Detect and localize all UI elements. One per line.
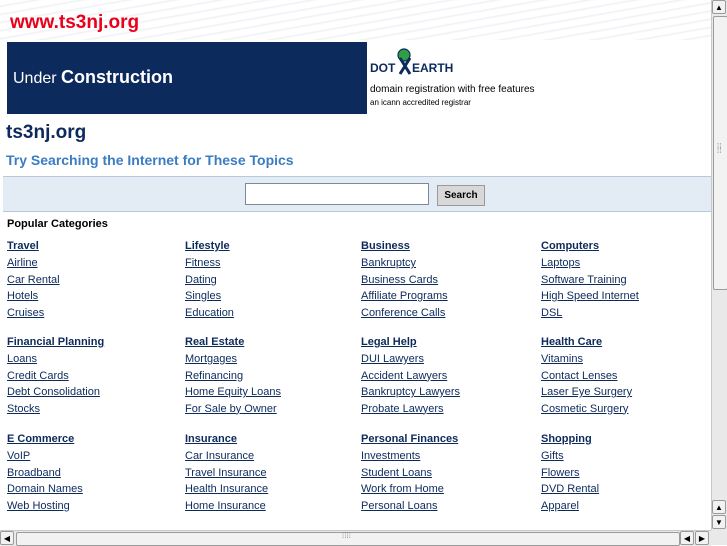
- category-link[interactable]: Dating: [185, 274, 217, 286]
- category-link[interactable]: Bankruptcy Lawyers: [361, 386, 460, 398]
- category-link[interactable]: Conference Calls: [361, 307, 445, 319]
- try-searching-heading: Try Searching the Internet for These Top…: [6, 152, 294, 168]
- category-link[interactable]: Cosmetic Surgery: [541, 403, 628, 415]
- grip-icon: ⁞⁞⁞⁞: [717, 142, 722, 155]
- category-link[interactable]: Accident Lawyers: [361, 370, 447, 382]
- under-construction-banner: Under Construction: [7, 42, 367, 114]
- category-link[interactable]: Singles: [185, 290, 221, 302]
- scrollbar-corner: [711, 530, 727, 545]
- domain-title-link[interactable]: www.ts3nj.org: [10, 12, 139, 34]
- scroll-up-arrow-icon[interactable]: ▲: [712, 0, 726, 14]
- category-link[interactable]: Car Insurance: [185, 450, 254, 462]
- category-link[interactable]: Education: [185, 307, 234, 319]
- logo-earth-text: EARTH: [412, 61, 453, 75]
- scroll-left-arrow-icon[interactable]: ◀: [680, 531, 694, 545]
- category-link[interactable]: Health Insurance: [185, 483, 268, 495]
- category-link[interactable]: Cruises: [7, 307, 44, 319]
- category-heading[interactable]: Legal Help: [361, 336, 417, 348]
- search-button[interactable]: Search: [437, 185, 485, 206]
- category-link[interactable]: Laptops: [541, 257, 580, 269]
- category-heading[interactable]: Insurance: [185, 433, 237, 445]
- category-heading[interactable]: Travel: [7, 240, 39, 252]
- category-link[interactable]: Vitamins: [541, 353, 583, 365]
- page: www.ts3nj.org Under Construction DOT EAR…: [0, 0, 711, 530]
- category-link[interactable]: Broadband: [7, 467, 61, 479]
- category-heading[interactable]: Computers: [541, 240, 599, 252]
- category-link[interactable]: High Speed Internet: [541, 290, 639, 302]
- category-heading[interactable]: Shopping: [541, 433, 592, 445]
- category-link[interactable]: Investments: [361, 450, 420, 462]
- category-heading[interactable]: Lifestyle: [185, 240, 230, 252]
- popular-categories-label: Popular Categories: [7, 218, 108, 230]
- scroll-left-arrow-icon[interactable]: ◀: [0, 531, 14, 545]
- category-link[interactable]: Domain Names: [7, 483, 83, 495]
- category-heading[interactable]: E Commerce: [7, 433, 74, 445]
- category-link[interactable]: Affiliate Programs: [361, 290, 448, 302]
- category-link[interactable]: Home Equity Loans: [185, 386, 281, 398]
- horizontal-scroll-thumb[interactable]: ⁞⁞⁞⁞: [16, 531, 680, 546]
- category-link[interactable]: Contact Lenses: [541, 370, 617, 382]
- category-link[interactable]: Credit Cards: [7, 370, 69, 382]
- category-link[interactable]: Hotels: [7, 290, 38, 302]
- category-link[interactable]: DUI Lawyers: [361, 353, 424, 365]
- dotearth-subline: an icann accredited registrar: [370, 98, 471, 107]
- category-link[interactable]: Stocks: [7, 403, 40, 415]
- logo-dot-text: DOT: [370, 61, 396, 75]
- dotearth-logo[interactable]: DOT EARTH: [370, 48, 480, 82]
- banner-bold: Construction: [61, 67, 174, 87]
- category-link[interactable]: Web Hosting: [7, 500, 70, 512]
- top-bar: www.ts3nj.org: [0, 0, 711, 40]
- scroll-up-arrow-icon[interactable]: ▲: [712, 500, 726, 514]
- vertical-scroll-thumb[interactable]: ⁞⁞ ⁞⁞: [713, 16, 727, 290]
- search-band: Search: [3, 176, 711, 212]
- category-link[interactable]: Student Loans: [361, 467, 432, 479]
- scroll-down-arrow-icon[interactable]: ▼: [712, 515, 726, 529]
- category-link[interactable]: Laser Eye Surgery: [541, 386, 632, 398]
- category-link[interactable]: Car Rental: [7, 274, 60, 286]
- category-link[interactable]: Refinancing: [185, 370, 243, 382]
- category-link[interactable]: VoIP: [7, 450, 30, 462]
- category-heading[interactable]: Health Care: [541, 336, 602, 348]
- scroll-right-arrow-icon[interactable]: ▶: [695, 531, 709, 545]
- category-link[interactable]: Probate Lawyers: [361, 403, 444, 415]
- category-link[interactable]: Apparel: [541, 500, 579, 512]
- grip-icon: ⁞⁞⁞⁞: [342, 531, 351, 540]
- category-link[interactable]: Debt Consolidation: [7, 386, 100, 398]
- category-link[interactable]: DSL: [541, 307, 562, 319]
- search-input[interactable]: [245, 183, 429, 205]
- category-heading[interactable]: Financial Planning: [7, 336, 104, 348]
- dotearth-tagline: domain registration with free features: [370, 84, 535, 95]
- category-link[interactable]: Home Insurance: [185, 500, 266, 512]
- category-link[interactable]: Airline: [7, 257, 38, 269]
- category-link[interactable]: Loans: [7, 353, 37, 365]
- horizontal-scrollbar[interactable]: ◀ ⁞⁞⁞⁞ ◀ ▶: [0, 530, 711, 546]
- vertical-scrollbar[interactable]: ▲ ⁞⁞ ⁞⁞ ▲ ▼: [711, 0, 727, 530]
- category-link[interactable]: Work from Home: [361, 483, 444, 495]
- category-link[interactable]: Travel Insurance: [185, 467, 267, 479]
- category-link[interactable]: DVD Rental: [541, 483, 599, 495]
- banner-text: Under Construction: [13, 67, 173, 88]
- category-link[interactable]: Business Cards: [361, 274, 438, 286]
- category-link[interactable]: Fitness: [185, 257, 220, 269]
- category-heading[interactable]: Business: [361, 240, 410, 252]
- category-link[interactable]: Mortgages: [185, 353, 237, 365]
- category-link[interactable]: For Sale by Owner: [185, 403, 277, 415]
- category-heading[interactable]: Personal Finances: [361, 433, 458, 445]
- banner-prefix: Under: [13, 70, 57, 87]
- category-link[interactable]: Gifts: [541, 450, 564, 462]
- category-heading[interactable]: Real Estate: [185, 336, 244, 348]
- category-link[interactable]: Personal Loans: [361, 500, 437, 512]
- category-link[interactable]: Flowers: [541, 467, 580, 479]
- category-link[interactable]: Software Training: [541, 274, 627, 286]
- category-link[interactable]: Bankruptcy: [361, 257, 416, 269]
- site-name-heading: ts3nj.org: [6, 122, 87, 143]
